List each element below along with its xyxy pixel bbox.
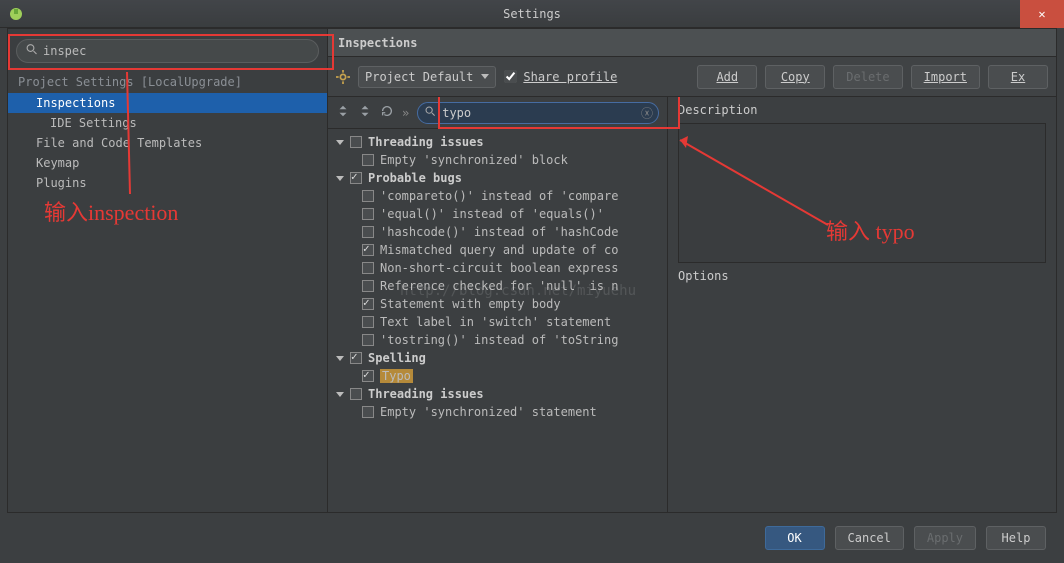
- app-icon: [8, 6, 24, 22]
- title-bar: Settings ✕: [0, 0, 1064, 28]
- checkbox-icon[interactable]: [350, 352, 362, 364]
- apply-button: Apply: [914, 526, 976, 550]
- chevron-down-icon: [336, 392, 344, 397]
- help-button[interactable]: Help: [986, 526, 1046, 550]
- sidebar: Project Settings [LocalUpgrade] Inspecti…: [8, 29, 328, 512]
- export-button[interactable]: Ex: [988, 65, 1048, 89]
- tree-item[interactable]: 'hashcode()' instead of 'hashCode: [328, 223, 667, 241]
- dialog-footer: OK Cancel Apply Help: [0, 513, 1064, 563]
- tree-group[interactable]: Spelling: [328, 349, 667, 367]
- inspections-toolbar: » ⓧ: [328, 97, 667, 129]
- tree-item[interactable]: Mismatched query and update of co: [328, 241, 667, 259]
- tree-item[interactable]: Statement with empty body: [328, 295, 667, 313]
- tree-item[interactable]: Empty 'synchronized' statement: [328, 403, 667, 421]
- tree-item[interactable]: 'tostring()' instead of 'toString: [328, 331, 667, 349]
- checkbox-icon[interactable]: [350, 172, 362, 184]
- checkbox-icon[interactable]: [362, 244, 374, 256]
- sidebar-item-inspections[interactable]: Inspections: [8, 93, 327, 113]
- inspections-tree[interactable]: Threading issues Empty 'synchronized' bl…: [328, 129, 667, 512]
- checkbox-icon[interactable]: [362, 406, 374, 418]
- right-pane: Description Options: [668, 97, 1056, 512]
- tree-item[interactable]: Text label in 'switch' statement: [328, 313, 667, 331]
- tree-item[interactable]: 'compareto()' instead of 'compare: [328, 187, 667, 205]
- search-icon: [26, 44, 38, 59]
- sidebar-search-input[interactable]: [16, 39, 319, 63]
- main-body: » ⓧ Threading issues Empty 'synchronized…: [328, 97, 1056, 512]
- settings-tree: Project Settings [LocalUpgrade] Inspecti…: [8, 69, 327, 512]
- copy-button[interactable]: Copy: [765, 65, 825, 89]
- chevron-down-icon: [336, 356, 344, 361]
- tree-item-typo[interactable]: Typo: [328, 367, 667, 385]
- reset-icon[interactable]: [380, 104, 394, 121]
- tree-item[interactable]: Non-short-circuit boolean express: [328, 259, 667, 277]
- checkbox-icon[interactable]: [362, 370, 374, 382]
- tree-group[interactable]: Threading issues: [328, 133, 667, 151]
- gear-icon: [336, 70, 350, 84]
- profile-combo[interactable]: Project Default: [358, 66, 496, 88]
- settings-group-label: Project Settings [LocalUpgrade]: [8, 71, 327, 93]
- main-panel: Inspections Project Default Share profil…: [328, 29, 1056, 512]
- options-label: Options: [668, 263, 1056, 289]
- checkbox-icon[interactable]: [362, 316, 374, 328]
- sidebar-item-file-templates[interactable]: File and Code Templates: [8, 133, 327, 153]
- checkbox-icon[interactable]: [362, 262, 374, 274]
- checkbox-icon[interactable]: [350, 136, 362, 148]
- profile-toolbar: Project Default Share profile Add Copy D…: [328, 57, 1056, 97]
- window-title: Settings: [503, 7, 561, 21]
- import-button[interactable]: Import: [911, 65, 980, 89]
- inspection-filter-input[interactable]: [417, 102, 659, 124]
- checkbox-icon[interactable]: [362, 298, 374, 310]
- chevron-down-icon: [336, 176, 344, 181]
- checkbox-icon[interactable]: [350, 388, 362, 400]
- close-button[interactable]: ✕: [1020, 0, 1064, 28]
- main-header: Inspections: [328, 29, 1056, 57]
- close-icon: ✕: [1038, 7, 1045, 21]
- filter-search-icon: [425, 106, 436, 120]
- clear-filter-icon[interactable]: ⓧ: [641, 104, 653, 121]
- profile-combo-label: Project Default: [365, 70, 473, 84]
- share-profile-input[interactable]: [504, 70, 517, 83]
- tree-item[interactable]: Reference checked for 'null' is n: [328, 277, 667, 295]
- ok-button[interactable]: OK: [765, 526, 825, 550]
- checkbox-icon[interactable]: [362, 334, 374, 346]
- delete-button: Delete: [833, 65, 902, 89]
- separator: »: [402, 106, 409, 120]
- collapse-all-icon[interactable]: [358, 104, 372, 121]
- cancel-button[interactable]: Cancel: [835, 526, 904, 550]
- tree-group[interactable]: Threading issues: [328, 385, 667, 403]
- sidebar-item-keymap[interactable]: Keymap: [8, 153, 327, 173]
- chevron-down-icon: [481, 74, 489, 79]
- checkbox-icon[interactable]: [362, 280, 374, 292]
- expand-all-icon[interactable]: [336, 104, 350, 121]
- tree-group[interactable]: Probable bugs: [328, 169, 667, 187]
- tree-item[interactable]: 'equal()' instead of 'equals()': [328, 205, 667, 223]
- sidebar-item-plugins[interactable]: Plugins: [8, 173, 327, 193]
- tree-item[interactable]: Empty 'synchronized' block: [328, 151, 667, 169]
- share-profile-checkbox[interactable]: Share profile: [504, 70, 617, 84]
- checkbox-icon[interactable]: [362, 154, 374, 166]
- checkbox-icon[interactable]: [362, 190, 374, 202]
- add-button[interactable]: Add: [697, 65, 757, 89]
- checkbox-icon[interactable]: [362, 226, 374, 238]
- content-pane: Project Settings [LocalUpgrade] Inspecti…: [7, 28, 1057, 513]
- description-label: Description: [668, 97, 1056, 123]
- checkbox-icon[interactable]: [362, 208, 374, 220]
- chevron-down-icon: [336, 140, 344, 145]
- description-box: [678, 123, 1046, 263]
- inspections-panel: » ⓧ Threading issues Empty 'synchronized…: [328, 97, 668, 512]
- sidebar-item-ide-settings[interactable]: IDE Settings: [8, 113, 327, 133]
- share-profile-label: Share profile: [523, 70, 617, 84]
